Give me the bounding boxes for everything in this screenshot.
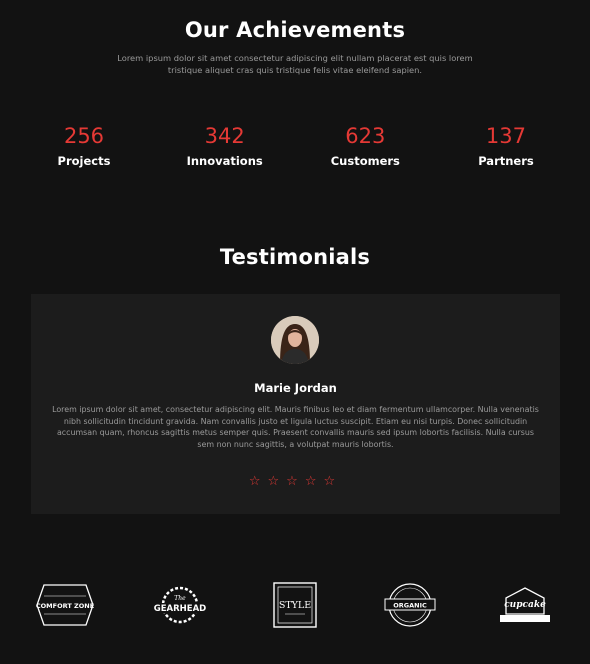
stat-projects: 256 Projects (14, 124, 154, 168)
stat-customers: 623 Customers (295, 124, 435, 168)
rating-stars: ☆☆☆☆☆ (248, 474, 343, 489)
logo-text: COMFORT ZONE (36, 602, 94, 610)
stat-label: Innovations (186, 154, 263, 168)
stat-label: Customers (330, 154, 400, 168)
organic-logo: ORGANIC (375, 580, 445, 630)
stats-row: 256 Projects 342 Innovations 623 Custome… (14, 124, 576, 168)
cupcake-logo: cupcake (490, 580, 560, 630)
stat-value: 256 (63, 124, 105, 148)
testimonials-title: Testimonials (219, 245, 371, 269)
stat-innovations: 342 Innovations (155, 124, 295, 168)
logo-text: ORGANIC (393, 602, 427, 610)
achievements-title: Our Achievements (184, 18, 406, 42)
stat-value: 623 (345, 124, 386, 148)
testimonial-quote: Lorem ipsum dolor sit amet, consectetur … (52, 405, 539, 449)
comfort-zone-logo: COMFORT ZONE (30, 580, 100, 630)
stat-partners: 137 Partners (436, 124, 576, 168)
achievements-section: Our Achievements Lorem ipsum dolor sit a… (0, 18, 590, 76)
svg-text:The: The (174, 595, 186, 602)
stat-value: 342 (204, 124, 245, 148)
testimonial-card: Marie Jordan Lorem ipsum dolor sit amet,… (31, 294, 560, 514)
avatar (271, 316, 319, 364)
gearhead-logo: The GEARHEAD (145, 580, 215, 630)
logo-text: GEARHEAD (154, 604, 206, 614)
stat-value: 137 (485, 124, 527, 148)
achievements-intro: Lorem ipsum dolor sit amet consectetur a… (117, 53, 473, 75)
testimonial-name: Marie Jordan (254, 381, 337, 395)
style-logo: STYLE (260, 580, 330, 630)
partner-logos: COMFORT ZONE The GEARHEAD STYLE ORGANIC (30, 580, 560, 630)
logo-text: STYLE (279, 600, 311, 611)
stat-label: Partners (478, 154, 534, 168)
logo-text: cupcake (504, 600, 546, 610)
stat-label: Projects (57, 154, 111, 168)
